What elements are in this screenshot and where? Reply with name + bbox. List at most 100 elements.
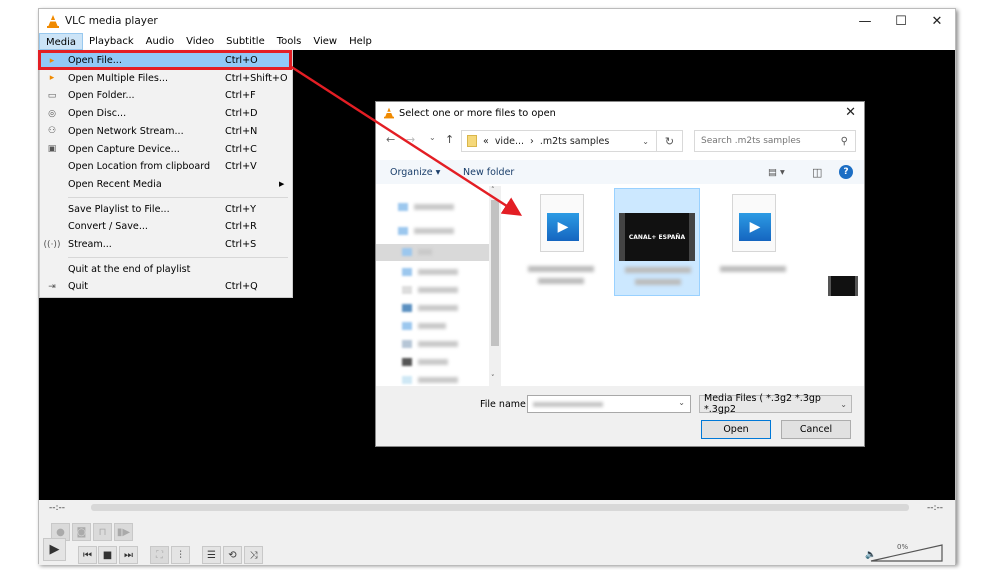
organize-button[interactable]: Organize ▾ (390, 167, 440, 178)
navigation-pane: ˄ ˅ (376, 186, 501, 386)
open-button[interactable]: Open (701, 420, 771, 439)
menu-item-shortcut: Ctrl+V (225, 161, 257, 173)
chevron-down-icon[interactable]: ⌄ (642, 137, 649, 146)
file-name-label: File name: (480, 399, 530, 410)
up-button[interactable]: ↑ (445, 133, 454, 146)
stop-button[interactable]: ■ (98, 546, 117, 564)
nav-item-pictures[interactable] (402, 337, 458, 351)
refresh-button[interactable]: ↻ (657, 130, 683, 152)
scroll-up-icon[interactable]: ˄ (491, 186, 495, 194)
menu-item-open-recent-media[interactable]: Open Recent Media ▶ (40, 176, 292, 193)
loop-ab-button[interactable]: ⊓ (93, 523, 112, 541)
file-name-input[interactable]: ⌄ (527, 395, 691, 413)
minimize-button[interactable]: — (847, 9, 883, 33)
help-button[interactable]: ? (839, 165, 853, 179)
frame-step-button[interactable]: ▮▶ (114, 523, 133, 541)
breadcrumb-videos[interactable]: vide... (495, 136, 524, 147)
menu-tools[interactable]: Tools (271, 33, 308, 50)
preview-pane-button[interactable]: ◫ (812, 166, 822, 179)
file-type-select[interactable]: Media Files ( *.3g2 *.3gp *.3gp2 ⌄ (699, 393, 852, 415)
loop-button[interactable]: ⟲ (223, 546, 242, 564)
menu-separator (68, 196, 288, 198)
scroll-down-icon[interactable]: ˅ (491, 374, 495, 382)
menu-item-open-folder[interactable]: ▭ Open Folder... Ctrl+F (40, 87, 292, 104)
nav-item-desktop[interactable] (402, 265, 458, 279)
menu-item-open-location-from-clipboard[interactable]: Open Location from clipboard Ctrl+V (40, 158, 292, 175)
play-button[interactable]: ▶ (43, 538, 66, 561)
nav-item-3d[interactable] (402, 245, 432, 259)
file-type-value: Media Files ( *.3g2 *.3gp *.3gp2 (704, 393, 821, 415)
extended-settings-button[interactable]: ⫶ (171, 546, 190, 564)
previous-button[interactable]: ⏮ (78, 546, 97, 564)
nav-item-downloads[interactable] (402, 301, 458, 315)
breadcrumb-overflow[interactable]: « (483, 136, 489, 147)
view-options-button[interactable]: ▤ ▾ (768, 167, 785, 178)
menu-item-convert-save[interactable]: Convert / Save... Ctrl+R (40, 218, 292, 235)
maximize-button[interactable]: ☐ (883, 9, 919, 33)
files-play-icon: ▸ (49, 73, 55, 84)
nav-item-videos[interactable] (402, 355, 448, 369)
file-item[interactable]: ▶ (710, 188, 796, 296)
new-folder-button[interactable]: New folder (463, 167, 514, 178)
menu-item-open-capture-device[interactable]: ▣ Open Capture Device... Ctrl+C (40, 141, 292, 158)
random-button[interactable]: ⤨ (244, 546, 263, 564)
search-box[interactable]: ⚲ (694, 130, 856, 152)
menu-media[interactable]: Media (39, 33, 84, 50)
menu-item-quit[interactable]: ⇥ Quit Ctrl+Q (40, 278, 292, 295)
menu-item-label: Open Capture Device... (68, 143, 180, 155)
menu-playback[interactable]: Playback (83, 33, 140, 50)
back-button[interactable]: ← (386, 133, 395, 146)
menu-item-label: Quit at the end of playlist (68, 263, 191, 275)
menu-item-save-playlist-to-file[interactable]: Save Playlist to File... Ctrl+Y (40, 201, 292, 218)
menu-item-open-network-stream[interactable]: ⚇ Open Network Stream... Ctrl+N (40, 123, 292, 140)
menu-item-stream[interactable]: ((·)) Stream... Ctrl+S (40, 236, 292, 253)
menu-item-label: Open Folder... (68, 90, 135, 102)
nav-item-this-pc[interactable] (398, 224, 454, 238)
menu-item-open-multiple-files[interactable]: ▸ Open Multiple Files... Ctrl+Shift+O (40, 70, 292, 87)
next-button[interactable]: ⏭ (119, 546, 138, 564)
search-input[interactable] (701, 136, 831, 146)
playlist-button[interactable]: ☰ (202, 546, 221, 564)
scrollbar-thumb[interactable] (491, 200, 499, 346)
command-bar: Organize ▾ New folder ▤ ▾ ◫ ? (376, 160, 864, 184)
stream-icon: ((·)) (43, 239, 61, 250)
seek-bar[interactable] (91, 504, 909, 511)
chevron-down-icon[interactable]: ⌄ (840, 400, 847, 409)
forward-button[interactable]: → (406, 133, 415, 146)
dialog-close-button[interactable]: ✕ (845, 105, 856, 120)
menu-item-open-disc[interactable]: ◎ Open Disc... Ctrl+D (40, 105, 292, 122)
close-button[interactable]: ✕ (919, 9, 955, 33)
fullscreen-button[interactable]: ⛶ (150, 546, 169, 564)
menu-item-shortcut: Ctrl+N (225, 125, 258, 137)
menu-item-label: Quit (68, 281, 89, 293)
breadcrumb-current[interactable]: .m2ts samples (540, 136, 610, 147)
vlc-cone-icon (384, 107, 394, 119)
menu-view[interactable]: View (307, 33, 343, 50)
menu-audio[interactable]: Audio (140, 33, 180, 50)
menu-item-label: Open Disc... (68, 108, 127, 120)
nav-item-documents[interactable] (402, 283, 458, 297)
file-item-selected[interactable]: CANAL+ ESPAÑA (614, 188, 700, 296)
file-item[interactable]: ▶ (518, 188, 604, 296)
submenu-arrow-icon: ▶ (279, 180, 285, 189)
dialog-footer: File name: ⌄ Media Files ( *.3g2 *.3gp *… (376, 386, 864, 446)
nav-item-drive[interactable] (402, 373, 458, 387)
menu-help[interactable]: Help (343, 33, 378, 50)
chevron-down-icon[interactable]: ⌄ (678, 398, 685, 407)
menu-item-quit-at-the-end-of-playlist[interactable]: Quit at the end of playlist (40, 261, 292, 278)
address-bar[interactable]: « vide... › .m2ts samples ⌄ (461, 130, 657, 152)
nav-item-quick-access[interactable] (398, 200, 454, 214)
menu-subtitle[interactable]: Subtitle (220, 33, 271, 50)
nav-pane-scrollbar[interactable]: ˄ ˅ (489, 186, 501, 386)
network-icon: ⚇ (47, 126, 57, 137)
file-item-small-thumbnail[interactable] (828, 276, 858, 296)
breadcrumb-separator[interactable]: › (530, 136, 534, 147)
nav-item-music[interactable] (402, 319, 446, 333)
cancel-button[interactable]: Cancel (781, 420, 851, 439)
menu-item-label: Convert / Save... (68, 221, 148, 233)
recent-locations-button[interactable]: ⌄ (429, 133, 436, 142)
snapshot-button[interactable]: ◙ (72, 523, 91, 541)
menu-video[interactable]: Video (180, 33, 220, 50)
highlight-box (38, 50, 292, 70)
disc-icon: ◎ (48, 108, 56, 119)
